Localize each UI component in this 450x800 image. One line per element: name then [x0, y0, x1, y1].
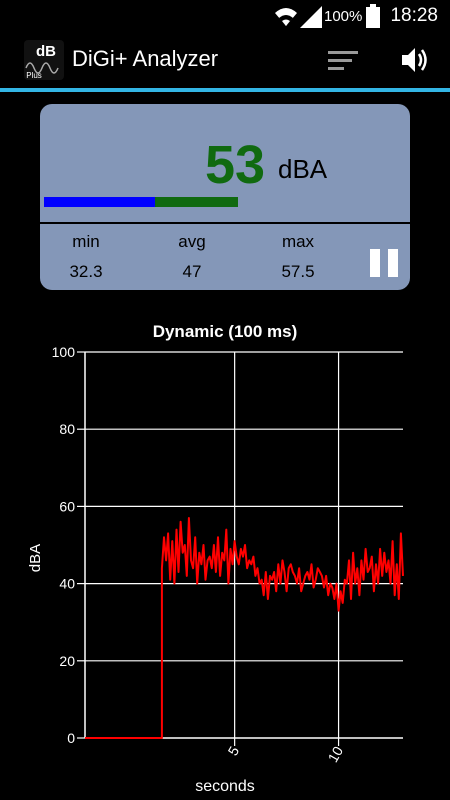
clock: 18:28 [390, 5, 438, 26]
chart: 0 20 40 60 80 100 5 10 dBA [27, 344, 404, 765]
battery-icon [366, 4, 380, 28]
app-title: DiGi+ Analyzer [72, 46, 219, 71]
y-tick-label: 100 [52, 344, 76, 360]
pause-button[interactable] [370, 249, 400, 277]
level-meter-avg-fill [44, 197, 155, 207]
stat-avg-value: 47 [182, 262, 202, 281]
pause-icon [370, 249, 380, 277]
level-panel: 53 dBA min avg max 32.3 47 57.5 [40, 104, 410, 290]
current-level-unit: dBA [278, 154, 328, 184]
level-meter-current-fill [155, 197, 238, 207]
pause-icon-bar [388, 249, 398, 277]
y-tick-label: 80 [59, 421, 75, 437]
series-line-0 [85, 517, 404, 739]
stat-min-label: min [72, 232, 100, 251]
x-axis-label: seconds [195, 778, 255, 795]
current-level-value: 53 [205, 135, 266, 195]
y-tick-label: 40 [59, 576, 75, 592]
speaker-button[interactable] [390, 40, 438, 80]
action-bar: dB Plus DiGi+ Analyzer [0, 32, 450, 88]
y-axis-label: dBA [27, 544, 44, 572]
y-tick-label: 0 [67, 730, 75, 746]
panel-divider [40, 222, 410, 224]
y-tick-label: 60 [59, 498, 75, 514]
chart-series [85, 517, 404, 739]
signal-icon [300, 6, 322, 28]
action-bar-divider [0, 88, 450, 92]
level-meter [44, 197, 238, 207]
x-tick-label: 5 [224, 743, 242, 758]
app-logo-icon[interactable]: dB Plus [24, 40, 64, 80]
menu-icon [328, 51, 358, 70]
stat-max-value: 57.5 [281, 262, 315, 281]
speaker-icon [402, 48, 427, 72]
y-tick-labels: 0 20 40 60 80 100 [52, 344, 76, 746]
status-bar: 100% 18:28 [0, 0, 450, 32]
stat-max-label: max [281, 232, 315, 251]
logo-text: dB [36, 43, 56, 60]
x-tick-labels: 5 10 [224, 743, 346, 765]
menu-button[interactable] [320, 42, 364, 78]
logo-subtext: Plus [26, 71, 42, 80]
x-tick-label: 10 [325, 743, 347, 765]
wifi-icon [275, 8, 297, 26]
y-tick-label: 20 [59, 653, 75, 669]
battery-percent: 100% [324, 8, 363, 25]
stat-min-value: 32.3 [69, 262, 103, 281]
chart-title: Dynamic (100 ms) [152, 322, 298, 341]
stat-avg-label: avg [178, 232, 206, 251]
